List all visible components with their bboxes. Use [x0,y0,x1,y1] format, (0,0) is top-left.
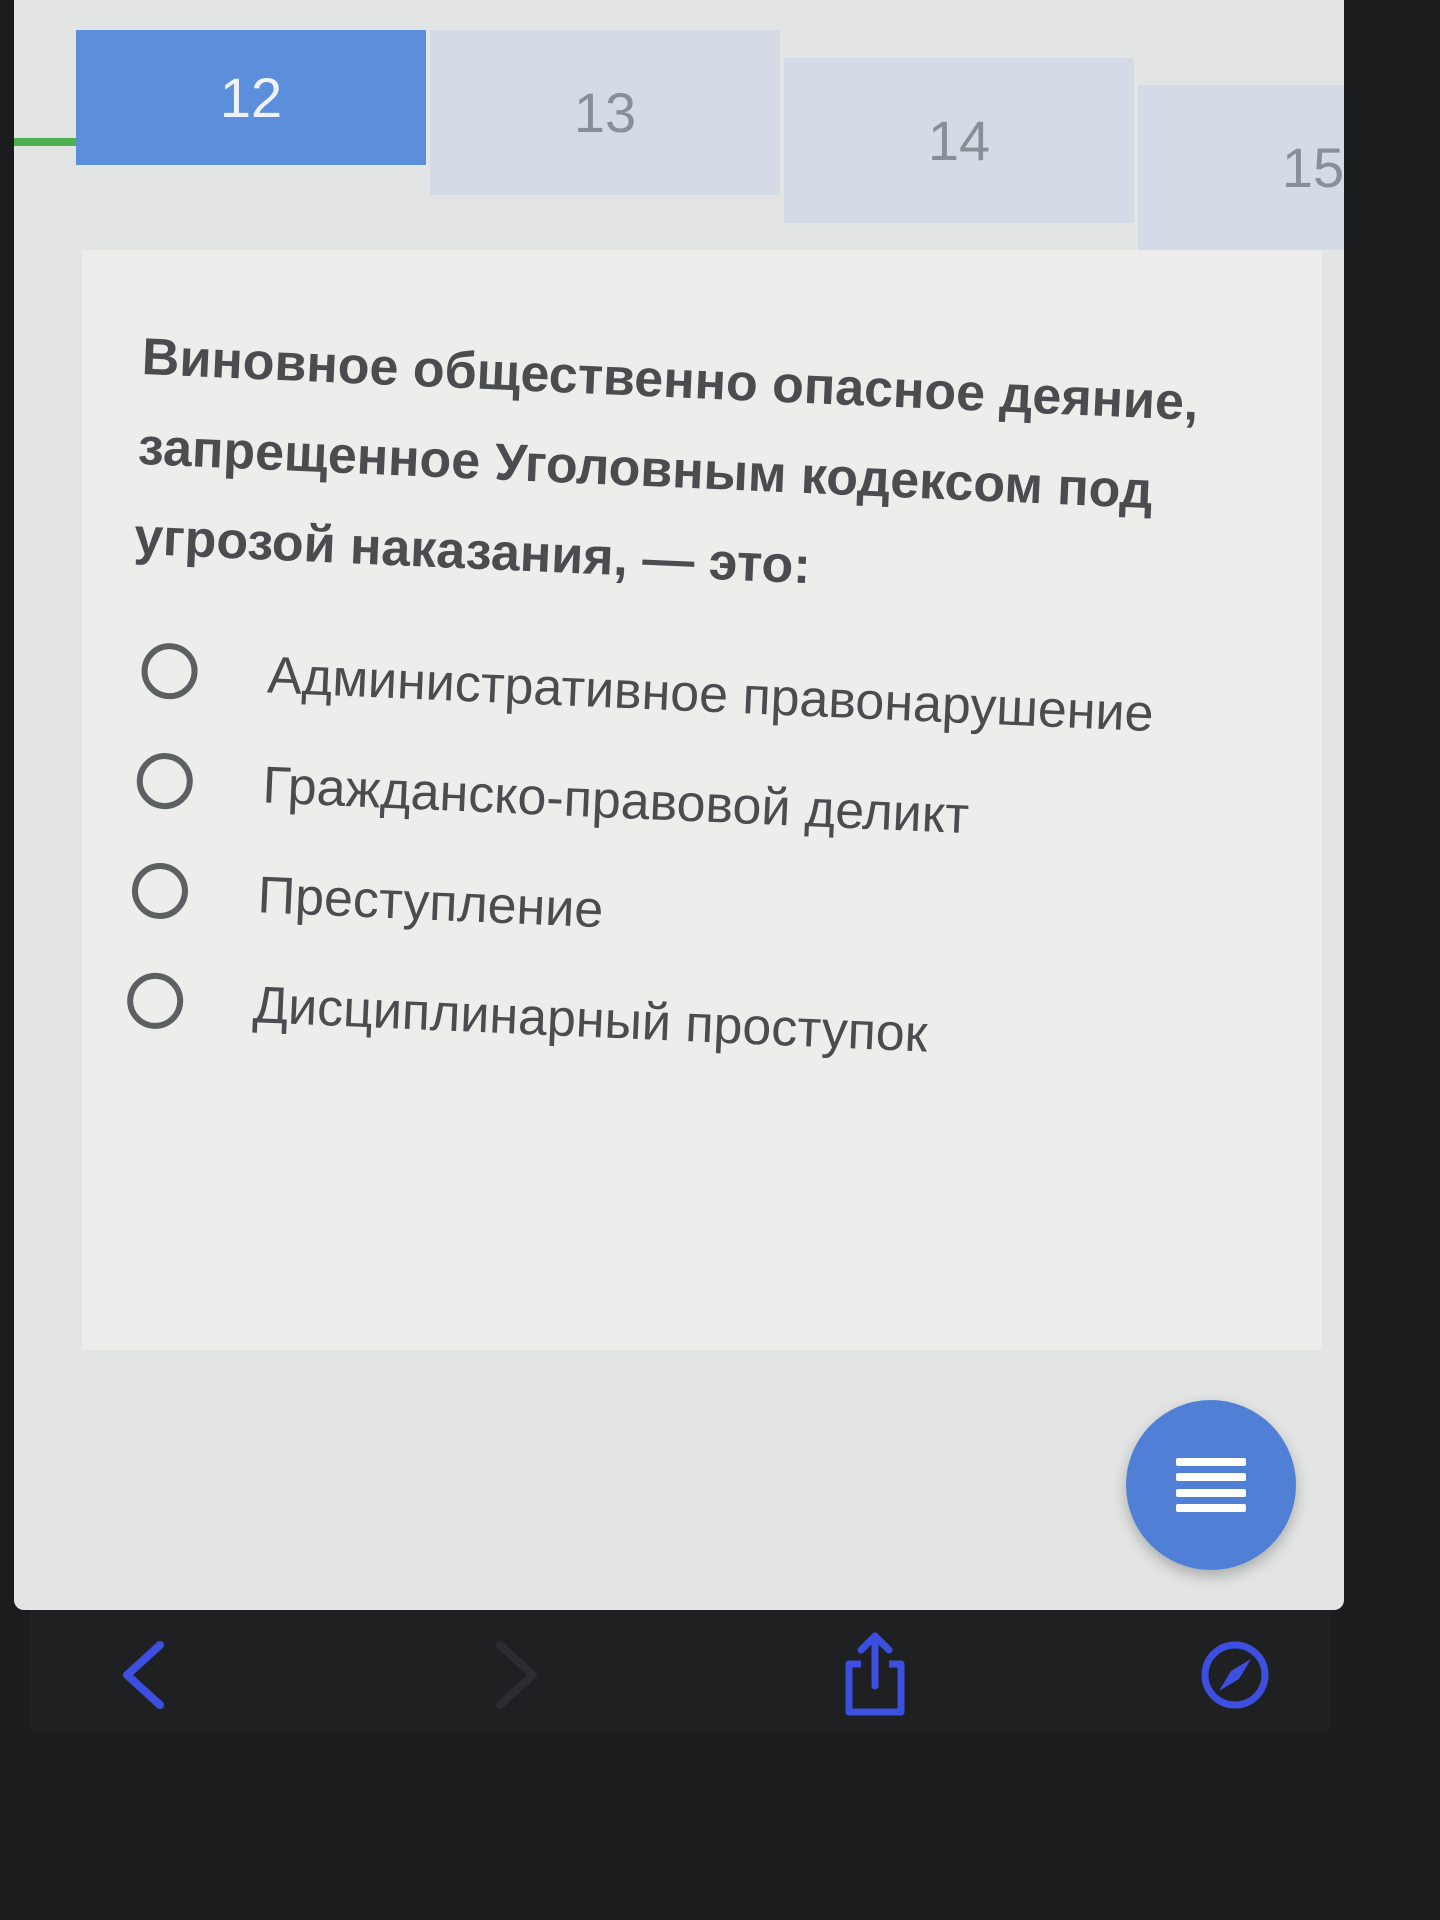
compass-button[interactable] [1190,1630,1280,1720]
progress-indicator [14,138,76,146]
radio-button[interactable] [140,641,199,701]
tab-question-12[interactable]: 12 [76,30,426,165]
radio-button[interactable] [135,751,194,811]
share-icon [845,1632,905,1716]
menu-icon [1176,1458,1246,1512]
forward-button[interactable] [470,1630,560,1720]
answer-option-label: Дисциплинарный проступок [251,976,929,1064]
tab-question-15[interactable]: 15 [1138,85,1344,250]
answer-option-label: Административное правонарушение [266,646,1155,744]
browser-toolbar [30,1610,1330,1730]
answer-option-label: Преступление [256,866,605,940]
answer-options: Административное правонарушение Гражданс… [125,615,1263,1103]
back-icon [123,1641,164,1709]
quiz-screen: 12 13 14 15 Виновное общественно опасное… [14,0,1344,1610]
radio-button[interactable] [125,971,185,1031]
forward-icon [496,1641,537,1709]
radio-button[interactable] [130,861,190,921]
tab-question-13[interactable]: 13 [430,30,780,195]
question-tabs: 12 13 14 15 [76,30,1344,250]
menu-button[interactable] [1126,1400,1296,1570]
back-button[interactable] [100,1630,190,1720]
compass-icon [1201,1641,1269,1709]
tab-question-14[interactable]: 14 [784,58,1134,223]
answer-option-label: Гражданско-правовой деликт [261,756,971,846]
question-card: Виновное общественно опасное деяние, зап… [82,250,1322,1350]
share-button[interactable] [830,1630,920,1720]
question-text: Виновное общественно опасное деяние, зап… [132,327,1200,596]
